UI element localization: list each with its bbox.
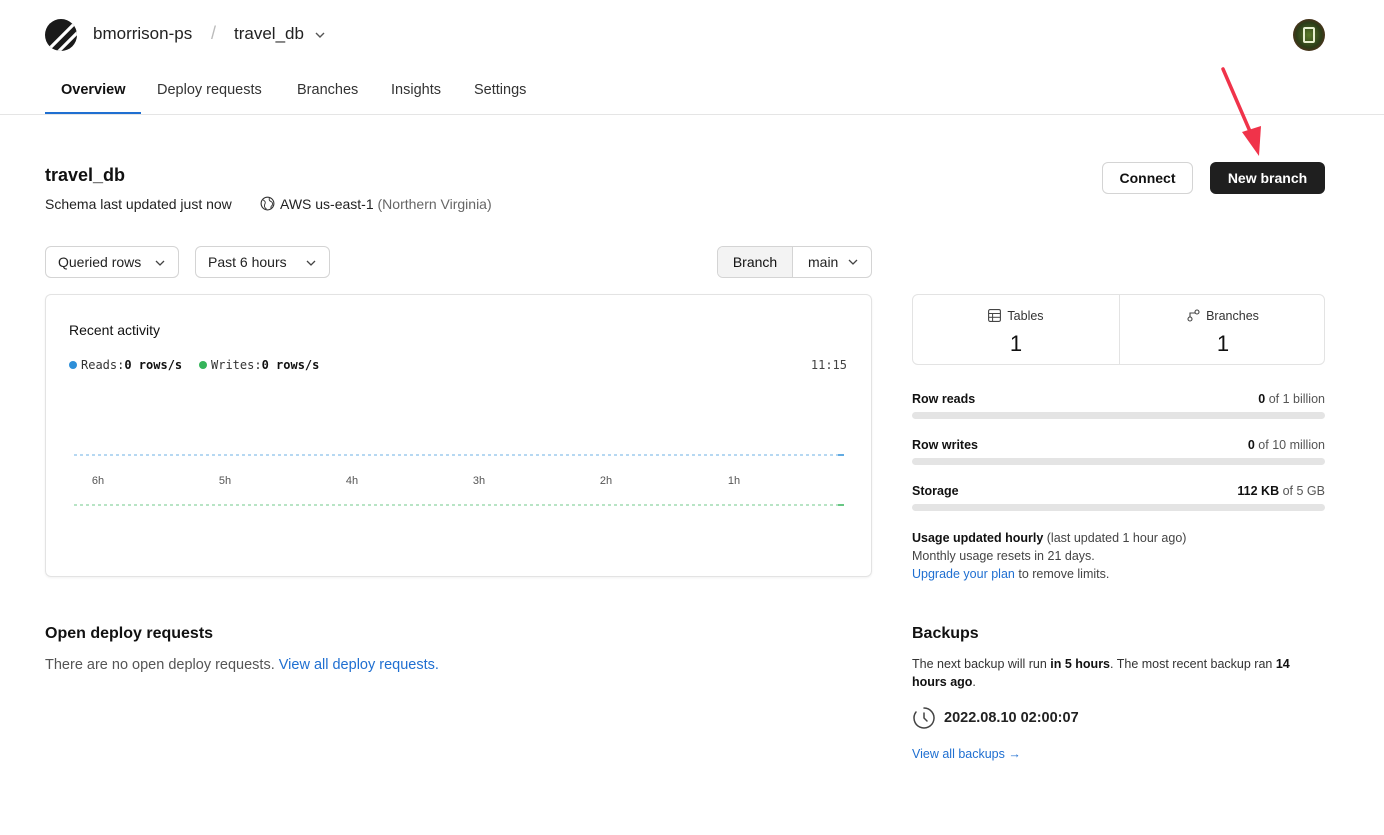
avatar-glyph-icon (1303, 27, 1315, 43)
view-all-backups-link[interactable]: View all backups → (912, 747, 1021, 761)
table-icon (988, 309, 1002, 322)
region-name: AWS us-east-1 (280, 196, 374, 212)
stat-tables-label: Tables (913, 309, 1119, 323)
backups-title: Backups (912, 625, 979, 642)
row-writes-limit: of 10 million (1258, 438, 1325, 452)
x-tick-label: 5h (219, 475, 231, 487)
stats-panel: Tables 1 Branches 1 (912, 294, 1325, 365)
deploy-empty-text: There are no open deploy requests. (45, 657, 275, 673)
tab-bar: Overview Deploy requests Branches Insigh… (0, 70, 1384, 115)
chevron-down-icon (155, 260, 165, 266)
storage-bar (912, 504, 1325, 511)
branch-select[interactable]: main (793, 247, 871, 277)
stat-tables: Tables 1 (913, 295, 1119, 364)
stat-branches-value: 1 (1216, 331, 1230, 356)
backups-description: The next backup will run in 5 hours. The… (912, 655, 1325, 691)
view-all-deploy-requests-link[interactable]: View all deploy requests. (279, 657, 439, 673)
stat-tables-value: 1 (1009, 331, 1023, 356)
row-reads-bar (912, 412, 1325, 419)
row-writes-used: 0 (1247, 438, 1255, 452)
tab-insights[interactable]: Insights (391, 82, 441, 98)
metric-select-value: Queried rows (58, 254, 142, 270)
x-tick-label: 4h (346, 475, 358, 487)
chevron-down-icon (848, 259, 858, 265)
row-writes-bar (912, 458, 1325, 465)
breadcrumb-org[interactable]: bmorrison-ps (93, 24, 192, 44)
stat-branches: Branches 1 (1120, 295, 1326, 364)
usage-note-rest: (last updated 1 hour ago) (1046, 531, 1187, 545)
backups-text-1: The next backup will run (912, 657, 1047, 671)
chevron-down-icon (306, 260, 316, 266)
backups-text-3: . (972, 675, 976, 689)
branches-label-text: Branches (1206, 309, 1259, 323)
branch-icon (1187, 309, 1200, 322)
row-reads-label: Row reads (912, 392, 976, 406)
breadcrumb-separator: / (211, 23, 217, 43)
activity-chart: 6h 5h 4h 3h 2h 1h (74, 454, 844, 506)
time-range-value: Past 6 hours (208, 254, 287, 270)
backups-next-run: in 5 hours (1050, 657, 1111, 671)
tab-settings[interactable]: Settings (474, 82, 526, 98)
clock-icon (913, 707, 935, 729)
row-reads-limit: of 1 billion (1268, 392, 1325, 406)
connect-button[interactable]: Connect (1102, 162, 1193, 194)
tab-overview[interactable]: Overview (61, 82, 126, 98)
storage-value: 112 KB of 5 GB (1237, 484, 1325, 498)
region-label: AWS us-east-1 (Northern Virginia) (280, 196, 492, 212)
stat-branches-label: Branches (1120, 309, 1326, 323)
branch-selector: Branch main (717, 246, 872, 278)
branch-select-value: main (808, 254, 839, 270)
globe-icon (260, 196, 275, 211)
row-reads-used: 0 (1258, 392, 1266, 406)
upgrade-rest-text: to remove limits. (1018, 567, 1110, 581)
storage-label: Storage (912, 484, 959, 498)
usage-note: Usage updated hourly (last updated 1 hou… (912, 529, 1186, 583)
schema-status: Schema last updated just now (45, 196, 232, 212)
storage-used: 112 KB (1237, 484, 1280, 498)
user-avatar[interactable] (1293, 19, 1325, 51)
recent-activity-card: Recent activity Reads: 0 rows/s Writes: 0 … (45, 294, 872, 577)
new-branch-button[interactable]: New branch (1210, 162, 1325, 194)
tab-branches[interactable]: Branches (297, 82, 358, 98)
annotation-arrow-icon (1221, 67, 1261, 156)
x-tick-label: 3h (473, 475, 485, 487)
last-backup-time: 2022.08.10 02:00:07 (944, 710, 1079, 726)
usage-reset-text: Monthly usage resets in 21 days. (912, 549, 1095, 563)
metric-select[interactable]: Queried rows (45, 246, 179, 278)
tables-label-text: Tables (1007, 309, 1044, 323)
region-detail: (Northern Virginia) (377, 196, 492, 212)
x-tick-label: 2h (600, 475, 612, 487)
chevron-down-icon[interactable] (314, 29, 326, 41)
page-title: travel_db (45, 165, 126, 185)
row-reads-value: 0 of 1 billion (1258, 392, 1325, 406)
tab-deploy-requests[interactable]: Deploy requests (157, 82, 262, 98)
usage-note-bold: Usage updated hourly (912, 531, 1044, 545)
breadcrumb-database[interactable]: travel_db (234, 24, 304, 44)
deploy-requests-title: Open deploy requests (45, 625, 214, 642)
x-tick-label: 6h (92, 475, 104, 487)
time-range-select[interactable]: Past 6 hours (195, 246, 330, 278)
storage-limit: of 5 GB (1282, 484, 1325, 498)
upgrade-plan-link[interactable]: Upgrade your plan (912, 567, 1015, 581)
deploy-requests-empty: There are no open deploy requests. View … (45, 657, 439, 673)
row-writes-value: 0 of 10 million (1248, 438, 1325, 452)
active-tab-indicator (45, 112, 141, 114)
backups-text-2: . The most recent backup ran (1110, 657, 1273, 671)
x-tick-label: 1h (728, 475, 740, 487)
row-writes-label: Row writes (912, 438, 978, 452)
planetscale-logo-icon[interactable] (45, 19, 77, 51)
branch-label: Branch (718, 247, 793, 277)
